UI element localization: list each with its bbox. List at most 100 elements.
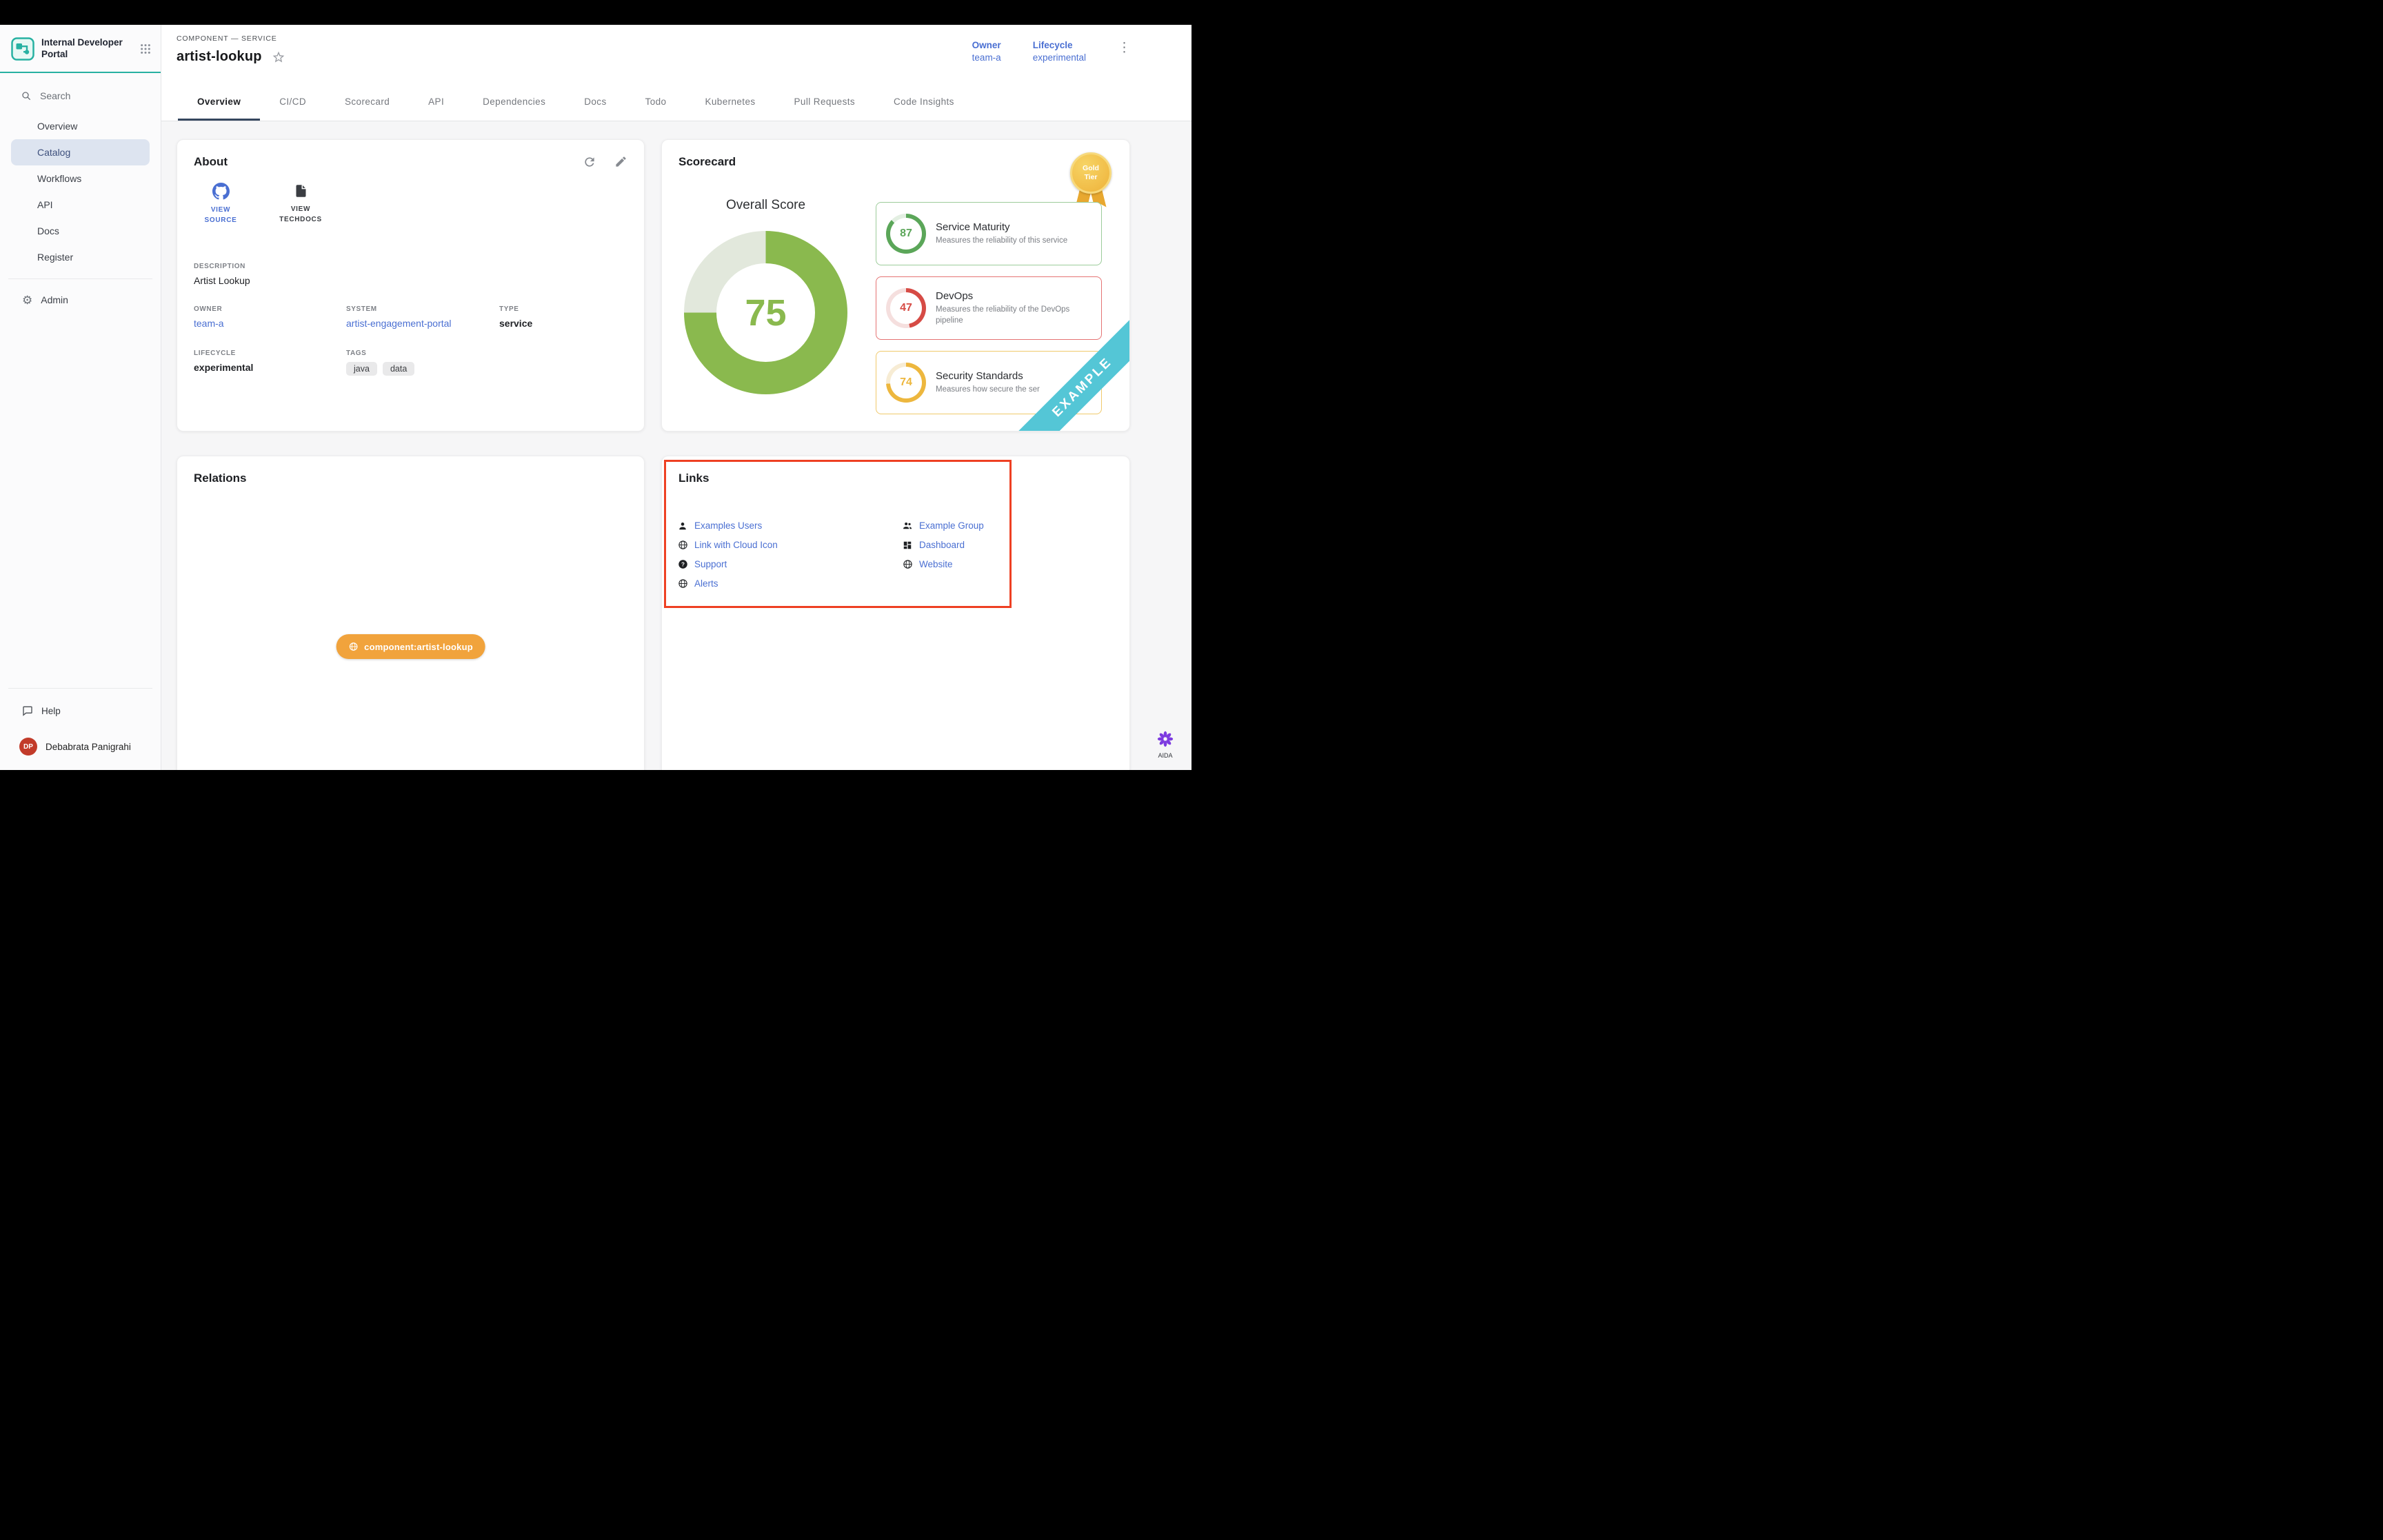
owner-link[interactable]: team-a: [194, 318, 224, 329]
globe-icon: [677, 578, 688, 589]
owner-field-label: OWNER: [194, 305, 346, 313]
gold-tier-badge: Gold Tier: [1070, 152, 1112, 194]
apps-grid-icon[interactable]: [140, 43, 151, 54]
links-title: Links: [678, 472, 1113, 485]
tab-docs[interactable]: Docs: [565, 83, 625, 121]
links-card: Links Examples Users Link w: [661, 456, 1130, 770]
link-cloud-icon[interactable]: Link with Cloud Icon: [694, 540, 778, 550]
entity-header: COMPONENT — SERVICE artist-lookup Owner …: [161, 25, 1192, 83]
aida-widget[interactable]: AIDA: [1150, 731, 1180, 759]
help-icon: ?: [677, 559, 688, 569]
link-examples-users[interactable]: Examples Users: [694, 520, 762, 531]
sidebar-nav: Overview Catalog Workflows API Docs Regi…: [0, 113, 161, 270]
globe-icon: [902, 559, 913, 569]
score-name: DevOps: [936, 290, 1092, 302]
link-website[interactable]: Website: [919, 559, 953, 569]
score-name: Security Standards: [936, 370, 1040, 382]
system-field-label: SYSTEM: [346, 305, 499, 313]
scorecard-title: Scorecard: [678, 155, 1113, 169]
content-area: About VIEW: [161, 121, 1192, 770]
tab-code-insights[interactable]: Code Insights: [874, 83, 974, 121]
link-alerts[interactable]: Alerts: [694, 578, 718, 589]
score-ring: 87: [886, 214, 926, 254]
top-black-bar: [0, 0, 1192, 25]
avatar: DP: [19, 738, 37, 756]
svg-text:?: ?: [681, 562, 685, 568]
sidebar-bottom-divider: [8, 688, 152, 689]
score-item-service-maturity[interactable]: 87 Service Maturity Measures the reliabi…: [876, 202, 1102, 265]
sidebar-item-register[interactable]: Register: [11, 244, 150, 270]
system-link[interactable]: artist-engagement-portal: [346, 318, 452, 329]
sidebar-header: Internal Developer Portal: [0, 25, 161, 73]
link-example-group[interactable]: Example Group: [919, 520, 984, 531]
relation-node-component[interactable]: component:artist-lookup: [336, 634, 485, 659]
dashboard-icon: [902, 540, 913, 550]
score-ring: 47: [886, 288, 926, 328]
relations-card: Relations component:artist-lookup: [177, 456, 645, 770]
tab-bar: Overview CI/CD Scorecard API Dependencie…: [161, 83, 1192, 121]
tag-chip[interactable]: data: [383, 362, 414, 376]
tab-kubernetes[interactable]: Kubernetes: [685, 83, 774, 121]
overall-score-value: 75: [745, 292, 786, 334]
view-source-button[interactable]: VIEW SOURCE: [194, 183, 248, 225]
lifecycle-field-value: experimental: [194, 362, 346, 373]
sidebar-item-admin[interactable]: ⚙ Admin: [0, 287, 161, 312]
refresh-icon[interactable]: [583, 155, 596, 169]
sidebar-divider: [8, 278, 152, 279]
tab-pull-requests[interactable]: Pull Requests: [775, 83, 875, 121]
link-row: Website: [902, 558, 984, 570]
tab-api[interactable]: API: [409, 83, 463, 121]
about-title: About: [194, 155, 627, 169]
link-row: Example Group: [902, 520, 984, 531]
help-label: Help: [41, 706, 61, 716]
tag-chip[interactable]: java: [346, 362, 377, 376]
relations-title: Relations: [194, 472, 627, 485]
breadcrumb: COMPONENT — SERVICE: [177, 34, 285, 43]
owner-meta: Owner team-a: [972, 40, 1001, 63]
score-name: Service Maturity: [936, 221, 1067, 233]
more-options-icon[interactable]: ⋮: [1118, 41, 1131, 54]
sidebar-item-workflows[interactable]: Workflows: [11, 165, 150, 192]
gold-tier-label: Gold Tier: [1078, 164, 1104, 182]
view-techdocs-label: VIEW TECHDOCS: [274, 204, 328, 225]
link-dashboard[interactable]: Dashboard: [919, 540, 965, 550]
view-source-label: VIEW SOURCE: [194, 205, 248, 225]
tab-scorecard[interactable]: Scorecard: [325, 83, 409, 121]
sidebar-item-docs[interactable]: Docs: [11, 218, 150, 244]
gear-icon: ⚙: [22, 294, 32, 306]
score-item-devops[interactable]: 47 DevOps Measures the reliability of th…: [876, 276, 1102, 340]
owner-value[interactable]: team-a: [972, 52, 1001, 63]
tab-overview[interactable]: Overview: [178, 83, 260, 121]
help-button[interactable]: Help: [0, 697, 161, 725]
main-area: COMPONENT — SERVICE artist-lookup Owner …: [161, 25, 1192, 770]
sidebar-item-api[interactable]: API: [11, 192, 150, 218]
description-value: Artist Lookup: [194, 275, 627, 286]
edit-pencil-icon[interactable]: [614, 155, 627, 169]
link-row: Link with Cloud Icon: [677, 539, 778, 551]
favorite-star-icon[interactable]: [272, 50, 285, 64]
sidebar-search[interactable]: Search: [10, 84, 161, 108]
about-card: About VIEW: [177, 139, 645, 432]
tab-todo[interactable]: Todo: [626, 83, 686, 121]
link-row: ? Support: [677, 558, 778, 570]
sidebar: Internal Developer Portal Search Overvie…: [0, 25, 161, 770]
user-profile[interactable]: DP Debabrata Panigrahi: [0, 733, 161, 760]
sidebar-item-overview[interactable]: Overview: [11, 113, 150, 139]
score-ring: 74: [886, 363, 926, 403]
score-value: 47: [890, 292, 922, 324]
type-field: TYPE service: [499, 305, 627, 330]
score-value: 87: [890, 218, 922, 250]
lifecycle-field: LIFECYCLE experimental: [194, 349, 346, 376]
link-support[interactable]: Support: [694, 559, 727, 569]
view-techdocs-button[interactable]: VIEW TECHDOCS: [274, 183, 328, 225]
tab-dependencies[interactable]: Dependencies: [463, 83, 565, 121]
owner-label: Owner: [972, 40, 1001, 50]
sidebar-item-catalog[interactable]: Catalog: [11, 139, 150, 165]
links-column-2: Example Group Dashboard We: [902, 520, 984, 570]
link-row: Alerts: [677, 578, 778, 589]
tab-cicd[interactable]: CI/CD: [260, 83, 325, 121]
app-window: Internal Developer Portal Search Overvie…: [0, 0, 1192, 770]
search-icon: [21, 90, 32, 101]
overall-score-donut: 75: [684, 231, 847, 394]
app-title: Internal Developer Portal: [41, 37, 133, 61]
